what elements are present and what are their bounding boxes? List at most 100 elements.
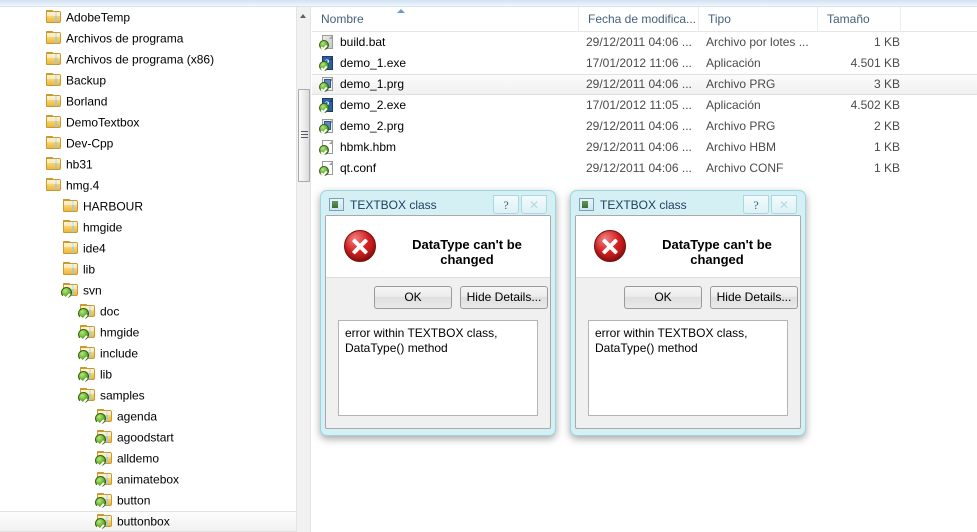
file-name-label: build.bat <box>340 35 386 49</box>
dialog-message: DataType can't be changed <box>662 237 772 267</box>
nav-item-borland[interactable]: Borland <box>0 91 296 112</box>
column-header-size[interactable]: Tamaño <box>817 7 900 32</box>
nav-item-label: hmgide <box>83 220 123 235</box>
dialog-title: TEXTBOX class <box>600 198 687 212</box>
file-row[interactable]: ? demo_2.exe 17/01/2012 11:05 ... Aplicació… <box>312 95 977 116</box>
nav-item-hmgide[interactable]: hmgide <box>0 322 296 343</box>
file-date-cell: 17/01/2012 11:05 ... <box>586 98 692 112</box>
file-name-label: demo_2.exe <box>340 98 407 112</box>
dialog-details-text[interactable]: error within TEXTBOX class, DataType() m… <box>338 320 538 416</box>
nav-item-label: Archivos de programa (x86) <box>66 52 215 67</box>
close-button[interactable]: ✕ <box>521 195 547 214</box>
file-name-cell: demo_1.prg <box>319 75 404 94</box>
close-button[interactable]: ✕ <box>771 195 797 214</box>
exe-file-icon: ? <box>319 98 334 113</box>
help-button[interactable]: ? <box>493 195 519 214</box>
nav-item-buttonbox[interactable]: buttonbox <box>0 511 296 532</box>
nav-item-agenda[interactable]: agenda <box>0 406 296 427</box>
folder-svn-icon <box>78 388 95 403</box>
nav-item-button[interactable]: button <box>0 490 296 511</box>
dialog-title-bar[interactable]: TEXTBOX class? ✕ <box>325 195 551 215</box>
nav-item-hmgide[interactable]: hmgide <box>0 217 296 238</box>
nav-item-archivos-de-programa[interactable]: Archivos de programa <box>0 28 296 49</box>
file-row[interactable]: demo_2.prg 29/12/2011 04:06 ... Archivo PR… <box>312 116 977 137</box>
file-name-cell: demo_2.prg <box>319 116 405 137</box>
ok-button[interactable]: OK <box>374 286 452 309</box>
nav-item-samples[interactable]: samples <box>0 385 296 406</box>
nav-item-ide4[interactable]: ide4 <box>0 238 296 259</box>
nav-item-hmg-4[interactable]: hmg.4 <box>0 175 296 196</box>
nav-item-animatebox[interactable]: animatebox <box>0 469 296 490</box>
prg-file-icon <box>319 77 334 92</box>
bat-file-icon <box>319 35 334 50</box>
navigation-scrollbar[interactable] <box>296 7 311 532</box>
explorer-window: AdobeTemp Archivos de programa Archivos de… <box>0 0 977 532</box>
dialog-button-row: OK Hide Details... <box>326 278 550 316</box>
nav-item-include[interactable]: include <box>0 343 296 364</box>
nav-item-agoodstart[interactable]: agoodstart <box>0 427 296 448</box>
dialog-details-text[interactable]: error within TEXTBOX class, DataType() m… <box>588 320 788 416</box>
help-button[interactable]: ? <box>743 195 769 214</box>
column-header-type[interactable]: Tipo <box>698 7 817 32</box>
file-date-cell: 29/12/2011 04:06 ... <box>586 77 692 91</box>
nav-item-backup[interactable]: Backup <box>0 70 296 91</box>
file-name-label: qt.conf <box>340 161 377 175</box>
nav-item-hb31[interactable]: hb31 <box>0 154 296 175</box>
ok-button[interactable]: OK <box>624 286 702 309</box>
nav-item-label: DemoTextbox <box>66 115 140 130</box>
file-row[interactable]: hbmk.hbm 29/12/2011 04:06 ... Archivo HBM 1… <box>312 137 977 158</box>
file-name-cell: qt.conf <box>319 158 377 179</box>
hide-details-button[interactable]: Hide Details... <box>710 286 798 309</box>
nav-item-lib[interactable]: lib <box>0 364 296 385</box>
file-name-cell: hbmk.hbm <box>319 137 396 158</box>
file-name-label: demo_1.exe <box>340 56 407 70</box>
nav-item-label: Backup <box>66 73 107 88</box>
folder-svn-icon <box>61 283 78 298</box>
file-size-cell: 2 KB <box>873 119 900 133</box>
error-icon <box>344 230 376 262</box>
file-date-cell: 29/12/2011 04:06 ... <box>586 35 692 49</box>
column-header-label: Nombre <box>321 12 364 26</box>
nav-item-harbour[interactable]: HARBOUR <box>0 196 296 217</box>
hide-details-button[interactable]: Hide Details... <box>460 286 548 309</box>
folder-icon <box>63 262 78 275</box>
file-name-cell: build.bat <box>319 32 386 53</box>
nav-item-lib[interactable]: lib <box>0 259 296 280</box>
file-row[interactable]: qt.conf 29/12/2011 04:06 ... Archivo CONF 1… <box>312 158 977 179</box>
scrollbar-thumb[interactable] <box>298 89 310 182</box>
nav-item-adobetemp[interactable]: AdobeTemp <box>0 7 296 28</box>
nav-item-dev-cpp[interactable]: Dev-Cpp <box>0 133 296 154</box>
file-row[interactable]: build.bat 29/12/2011 04:06 ... Archivo por… <box>312 32 977 53</box>
folder-svn-icon <box>95 451 112 466</box>
file-row[interactable]: demo_1.prg 29/12/2011 04:06 ... Archivo PR… <box>312 74 977 95</box>
column-header-date[interactable]: Fecha de modifica... <box>578 7 698 32</box>
nav-item-archivos-de-programa-x86-[interactable]: Archivos de programa (x86) <box>0 49 296 70</box>
nav-item-label: AdobeTemp <box>66 10 131 25</box>
nav-item-label: Archivos de programa <box>66 31 184 46</box>
error-dialog[interactable]: TEXTBOX class? ✕ DataType can't be changed… <box>570 190 806 436</box>
scroll-up-arrow-icon[interactable] <box>297 7 310 24</box>
file-date-cell: 17/01/2012 11:06 ... <box>586 56 692 70</box>
column-header-name[interactable]: Nombre <box>312 7 578 32</box>
nav-item-label: ide4 <box>83 241 106 256</box>
file-row[interactable]: ? demo_1.exe 17/01/2012 11:06 ... Aplicació… <box>312 53 977 74</box>
nav-item-doc[interactable]: doc <box>0 301 296 322</box>
nav-item-demotextbox[interactable]: DemoTextbox <box>0 112 296 133</box>
nav-item-svn[interactable]: svn <box>0 280 296 301</box>
folder-svn-icon <box>95 514 112 529</box>
nav-item-label: Borland <box>66 94 108 109</box>
file-name-label: demo_2.prg <box>340 119 405 133</box>
file-list-column-headers[interactable]: Nombre Fecha de modifica... Tipo Tamaño <box>312 7 977 32</box>
error-dialog[interactable]: TEXTBOX class? ✕ DataType can't be changed… <box>320 190 556 436</box>
dialog-body: DataType can't be changed OK Hide Details.… <box>575 215 801 429</box>
navigation-pane[interactable]: AdobeTemp Archivos de programa Archivos de… <box>0 7 296 532</box>
file-list-rows[interactable]: build.bat 29/12/2011 04:06 ... Archivo por… <box>312 32 977 179</box>
column-header-spacer <box>900 7 977 32</box>
error-icon <box>594 230 626 262</box>
nav-item-label: hb31 <box>66 157 93 172</box>
folder-icon <box>46 94 61 107</box>
folder-icon <box>63 220 78 233</box>
nav-item-alldemo[interactable]: alldemo <box>0 448 296 469</box>
file-type-cell: Archivo HBM <box>706 140 777 154</box>
dialog-title-bar[interactable]: TEXTBOX class? ✕ <box>575 195 801 215</box>
